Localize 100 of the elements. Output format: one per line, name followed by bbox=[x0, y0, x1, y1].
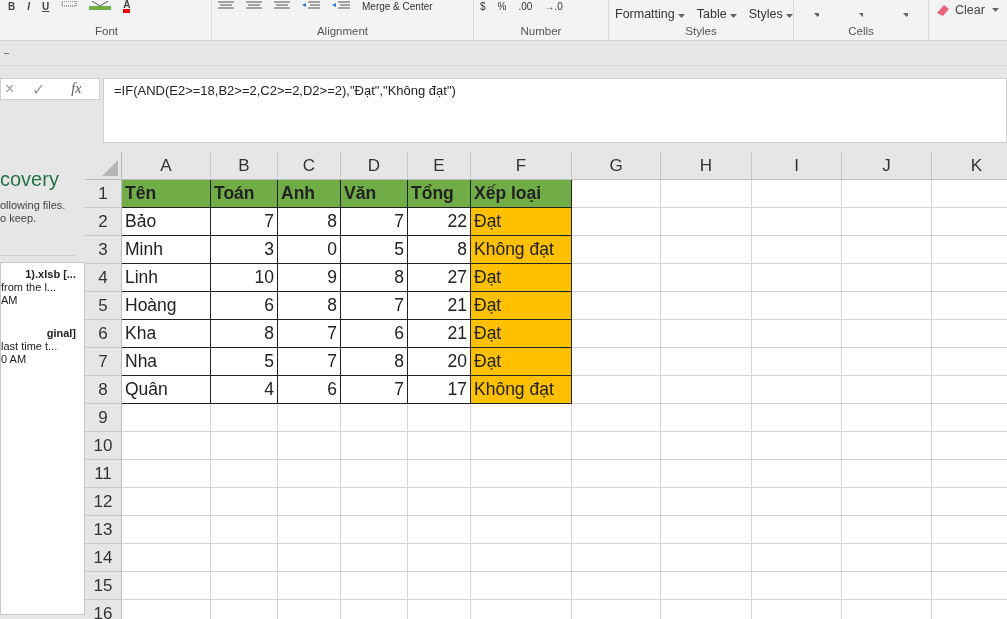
row-header[interactable]: 9 bbox=[85, 404, 122, 432]
table-cell: 7 bbox=[341, 292, 408, 320]
empty-cell bbox=[341, 544, 408, 572]
empty-cell bbox=[408, 516, 471, 544]
table-cell: Minh bbox=[122, 236, 211, 264]
file-name[interactable]: 1).xlsb [... bbox=[1, 268, 84, 281]
eraser-icon bbox=[935, 3, 951, 17]
table-cell: 8 bbox=[341, 348, 408, 376]
caret-icon[interactable] bbox=[729, 14, 737, 18]
header-cell: Tên bbox=[122, 180, 211, 208]
caret-icon[interactable] bbox=[858, 13, 864, 17]
table-cell: 3 bbox=[211, 236, 278, 264]
row-header[interactable]: 6 bbox=[85, 320, 122, 348]
row-header[interactable]: 13 bbox=[85, 516, 122, 544]
borders-icon[interactable] bbox=[61, 1, 78, 7]
row-header[interactable]: 8 bbox=[85, 376, 122, 404]
group-label: Alignment bbox=[315, 25, 370, 37]
column-header[interactable]: F bbox=[471, 152, 572, 180]
empty-cell bbox=[341, 488, 408, 516]
empty-cell bbox=[211, 516, 278, 544]
empty-cell bbox=[408, 404, 471, 432]
empty-cell bbox=[408, 460, 471, 488]
row-header[interactable]: 3 bbox=[85, 236, 122, 264]
align-icon[interactable] bbox=[246, 1, 262, 9]
ribbon-dropdown[interactable]: Formatting bbox=[615, 7, 685, 21]
empty-cell bbox=[211, 488, 278, 516]
empty-cell bbox=[408, 488, 471, 516]
column-header[interactable]: I bbox=[752, 152, 842, 180]
row-header[interactable]: 4 bbox=[85, 264, 122, 292]
empty-cell bbox=[341, 516, 408, 544]
table-cell: 8 bbox=[278, 292, 341, 320]
table-cell: Linh bbox=[122, 264, 211, 292]
ribbon-dropdown[interactable]: Styles bbox=[748, 7, 793, 21]
empty-cell bbox=[408, 432, 471, 460]
table-cell: Đạt bbox=[471, 320, 572, 348]
italic-button[interactable]: I bbox=[27, 1, 30, 12]
table-cell: Bảo bbox=[122, 208, 211, 236]
ribbon-button[interactable]: % bbox=[497, 1, 507, 12]
header-cell: Xếp loại bbox=[471, 180, 572, 208]
table-cell: 6 bbox=[341, 320, 408, 348]
table-cell: 8 bbox=[278, 208, 341, 236]
file-detail: 0 AM bbox=[1, 353, 28, 366]
empty-cell bbox=[278, 544, 341, 572]
row-header[interactable]: 7 bbox=[85, 348, 122, 376]
bold-button[interactable]: B bbox=[8, 1, 16, 12]
fill-color-icon[interactable] bbox=[89, 1, 112, 10]
column-header[interactable]: K bbox=[932, 152, 1007, 180]
row-header[interactable]: 10 bbox=[85, 432, 122, 460]
table-cell: 5 bbox=[211, 348, 278, 376]
table-cell: Không đạt bbox=[471, 376, 572, 404]
row-header[interactable]: 2 bbox=[85, 208, 122, 236]
ribbon-button[interactable]: $ bbox=[480, 1, 486, 12]
ribbon-button[interactable]: .00 bbox=[518, 1, 533, 12]
column-header[interactable]: G bbox=[572, 152, 661, 180]
caret-icon[interactable] bbox=[991, 8, 999, 12]
insert-function-button[interactable]: fx bbox=[71, 81, 82, 97]
column-header[interactable]: D bbox=[341, 152, 408, 180]
column-header[interactable]: A bbox=[122, 152, 211, 180]
caret-icon[interactable] bbox=[814, 13, 819, 17]
group-label: Cells bbox=[847, 25, 875, 37]
row-header[interactable]: 1 bbox=[85, 180, 122, 208]
table-cell: 10 bbox=[211, 264, 278, 292]
table-cell: 7 bbox=[341, 376, 408, 404]
empty-cell bbox=[278, 432, 341, 460]
group-label: Font bbox=[94, 25, 119, 37]
row-header[interactable]: 16 bbox=[85, 600, 122, 619]
indent-icon[interactable] bbox=[332, 1, 350, 9]
file-detail: last time t... bbox=[1, 340, 59, 353]
font-color-button[interactable]: A bbox=[123, 1, 131, 13]
pane-title: covery bbox=[0, 168, 60, 191]
align-icon[interactable] bbox=[274, 1, 290, 9]
column-header[interactable]: J bbox=[842, 152, 932, 180]
column-header[interactable]: C bbox=[278, 152, 341, 180]
ribbon-dropdown[interactable]: Table bbox=[696, 7, 737, 21]
formula-field[interactable]: =IF(AND(E2>=18,B2>=2,C2>=2,D2>=2),"Đạt","Không đạt") bbox=[103, 78, 1007, 143]
ribbon-button[interactable]: Merge & Center bbox=[362, 1, 433, 12]
indent-icon[interactable] bbox=[302, 1, 320, 9]
empty-cell bbox=[278, 404, 341, 432]
group-label: Styles bbox=[684, 25, 718, 37]
caret-icon[interactable] bbox=[677, 14, 685, 18]
column-header[interactable]: E bbox=[408, 152, 471, 180]
underline-button[interactable]: U bbox=[42, 1, 50, 12]
table-cell: 7 bbox=[341, 208, 408, 236]
table-cell: 7 bbox=[278, 320, 341, 348]
caret-icon[interactable] bbox=[903, 13, 908, 17]
table-cell: Quân bbox=[122, 376, 211, 404]
ribbon-button[interactable]: →.0 bbox=[544, 1, 563, 12]
row-header[interactable]: 12 bbox=[85, 488, 122, 516]
row-header[interactable]: 11 bbox=[85, 460, 122, 488]
table-cell: Kha bbox=[122, 320, 211, 348]
align-icon[interactable] bbox=[218, 1, 234, 9]
column-header[interactable]: B bbox=[211, 152, 278, 180]
table-cell: 0 bbox=[278, 236, 341, 264]
column-header[interactable]: H bbox=[661, 152, 752, 180]
row-header[interactable]: 14 bbox=[85, 544, 122, 572]
file-name[interactable]: ginal] bbox=[1, 327, 84, 340]
row-header[interactable]: 5 bbox=[85, 292, 122, 320]
clear-button[interactable]: Clear bbox=[935, 3, 999, 17]
row-header[interactable]: 15 bbox=[85, 572, 122, 600]
caret-icon[interactable] bbox=[785, 14, 793, 18]
